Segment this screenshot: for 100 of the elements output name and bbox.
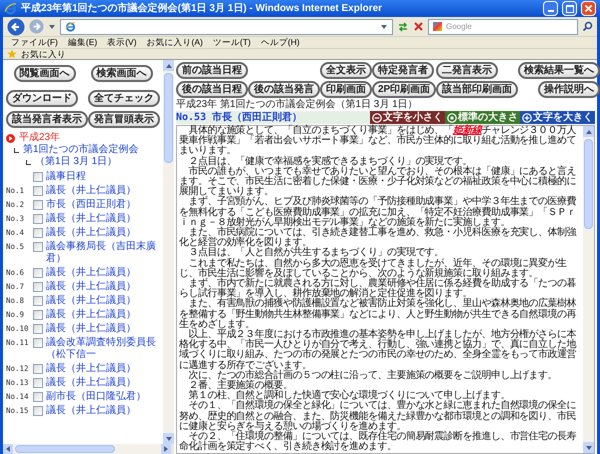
pill-button[interactable]: 全てチェック (88, 90, 160, 107)
checkbox[interactable] (33, 406, 43, 416)
checkbox[interactable] (33, 200, 43, 210)
checkbox[interactable] (33, 268, 43, 278)
font-size-button[interactable]: 文字を小さく (370, 111, 445, 124)
scroll-up-icon[interactable] (584, 128, 592, 136)
pill-button[interactable]: 全文表示 (320, 62, 372, 79)
favorites-label[interactable]: お気に入り (21, 50, 66, 58)
speech-paragraph: ２点目は、「健康で幸福感を実感できるまちづくり」の実現です。 (187, 156, 473, 167)
speaker-link[interactable]: 議事日程 (46, 171, 86, 183)
tree-item[interactable]: （第1日 3月 1日） (35, 156, 118, 168)
checkbox[interactable] (33, 338, 43, 348)
minus-circle-icon (372, 112, 382, 122)
speech-paragraph: ３点目は、「人と自然が共生するまちづくり」の実現です。 (187, 248, 445, 258)
vertical-scrollbar[interactable] (583, 126, 594, 453)
pill-button[interactable]: 検索画面へ (90, 65, 152, 82)
pill-button[interactable]: 該当発言者表示 (6, 111, 88, 128)
speaker-link[interactable]: 議長（井上仁議員） (46, 323, 136, 335)
dropdown-caret-icon[interactable] (380, 22, 388, 30)
speech-paragraph: その２、「住環境の整備」については、既存住宅の簡易耐震診断を推進し、市営住宅の長寿命化計画を策定すべく、引き続き検討を進めます。 (179, 432, 577, 452)
speech-paragraph: 具体的な施策として、「自立のまちづくり事業」をはじめ、「姫新線チャレンジ３００万人乗車作戦事業」「若者出会いサポート事業」など、市民が主体的に取り組む活動を推し進めてまいります。 (179, 126, 577, 156)
menu-item[interactable]: 編集(E) (68, 38, 98, 47)
speaker-link[interactable]: 議長（井上仁議員） (46, 363, 136, 375)
address-field[interactable] (60, 18, 393, 34)
checkbox[interactable] (33, 214, 43, 224)
minimize-icon[interactable] (543, 1, 558, 16)
speaker-link[interactable]: 議会事務局長（吉田末廣君） (46, 241, 160, 265)
speaker-link[interactable]: 議長（井上仁議員） (46, 227, 136, 239)
back-icon[interactable] (7, 18, 25, 36)
dot-circle-icon (447, 112, 457, 122)
speaker-link[interactable]: 議長（井上仁議員） (46, 377, 136, 389)
checkbox[interactable] (33, 172, 43, 182)
menu-item[interactable]: ヘルプ(H) (260, 38, 300, 47)
dropdown-caret-icon[interactable] (48, 22, 56, 30)
tree-item[interactable]: 第1回たつの市議会定例会 (23, 144, 139, 156)
play-circle-icon (6, 134, 15, 142)
menu-item[interactable]: ツール(T) (212, 38, 251, 47)
speech-paragraph: これまで私たちは、自然から多大の恩恵を受けてきましたが、近年、その環境に異変が生じ、市民生活に影響を及ぼしていることから、次のような新規施策に取り組みます。 (179, 258, 566, 279)
pill-button[interactable]: 操作説明へ (538, 81, 600, 98)
horizontal-scrollbar[interactable] (3, 444, 171, 454)
font-size-button[interactable]: 標準の大きさ (445, 111, 520, 124)
close-icon[interactable] (581, 1, 596, 16)
checkbox[interactable] (33, 378, 43, 388)
scroll-up-icon[interactable] (164, 62, 172, 70)
plus-circle-icon (522, 112, 532, 122)
speech-paragraph: その１、「自然環境の保全と緑化」については、豊かな水と緑に恵まれた自然環境の保全に努め、歴史的自然との融合、また、防災機能を備えた緑豊かな都市環境との調和を図り、市民に健康と安らぎを与える憩いの場づくりを進めます。 (179, 401, 577, 432)
search-provider-icon (433, 22, 442, 31)
pill-button[interactable]: 検索結果一覧へ (518, 62, 600, 79)
pill-button[interactable]: 閲覧画面へ (14, 65, 76, 82)
maximize-icon[interactable] (562, 1, 577, 16)
search-field[interactable]: Google (428, 18, 578, 34)
pill-button[interactable]: 二発言表示 (436, 62, 498, 79)
menu-item[interactable]: ファイル(F) (11, 38, 58, 47)
checkbox[interactable] (33, 186, 43, 196)
pill-button[interactable]: 2P印刷画面 (372, 81, 436, 98)
menu-item[interactable]: 表示(V) (107, 38, 137, 47)
speaker-link[interactable]: 議長（井上仁議員） (46, 267, 136, 279)
speaker-link[interactable]: 議長（井上仁議員） (46, 295, 136, 307)
checkbox[interactable] (33, 364, 43, 374)
pill-button[interactable]: ダウンロード (6, 90, 78, 107)
speaker-link[interactable]: 議会改革調査特別委員長（松下信一 (46, 337, 160, 361)
forward-icon[interactable] (29, 19, 44, 34)
scroll-thumb[interactable] (584, 139, 593, 229)
checkbox[interactable] (33, 242, 43, 252)
tree-branch-icon (14, 148, 19, 152)
scroll-left-icon[interactable] (4, 445, 12, 453)
pill-button[interactable]: 該当部印刷画面 (436, 81, 518, 98)
speaker-link[interactable]: 議長（井上仁議員） (46, 405, 136, 417)
speech-paragraph: 以上、平成２３年度における市政推進の基本姿勢を申し上げましたが、地方分権がさらに本格化する中、「市民一人ひとりが自分で考え、行動し、強い連携と協力」で、真に自立した地域づくりに取り組み、たつの市の発展とたつの市民の幸せのため、全身全霊をもって市政運営に邁進する所存でございます。 (179, 330, 578, 371)
scroll-thumb[interactable] (164, 73, 173, 163)
search-input[interactable]: Google (446, 20, 577, 34)
menu-item[interactable]: お気に入り(A) (146, 38, 203, 47)
speech-paragraph: まず、子宮頸がん、ヒブ及び肺炎球菌等の「予防接種助成事業」や中学３年生までの医療費を無料化する「こども医療費助成事業」の拡充に加え、「特定不妊治療費助成事業」「ＳＰｒｉｎｇ－８放射光がん早期検出モデル事業」などの施策を新たに実施します。 (179, 197, 576, 228)
font-size-button[interactable]: 文字を大きく (520, 111, 595, 124)
checkbox[interactable] (33, 310, 43, 320)
pill-button[interactable]: 印刷画面 (320, 81, 372, 98)
checkbox[interactable] (33, 282, 43, 292)
window-title: 平成23年第1回たつの市議会定例会(第1日 3月 1日) - Windows Internet Explorer (21, 1, 384, 16)
refresh-icon[interactable] (397, 20, 409, 32)
speaker-link[interactable]: 副市長（田口隆弘君） (46, 391, 146, 403)
search-icon[interactable] (582, 21, 593, 32)
pill-button[interactable]: 特定発言者 (372, 62, 434, 79)
speaker-link[interactable]: 議長（井上仁議員） (46, 185, 136, 197)
speaker-link[interactable]: 議長（井上仁議員） (46, 281, 136, 293)
checkbox[interactable] (33, 392, 43, 402)
speaker-link[interactable]: 議長（井上仁議員） (46, 309, 136, 321)
stop-icon[interactable] (413, 21, 424, 32)
scroll-down-icon[interactable] (584, 444, 592, 452)
speaker-link[interactable]: 市長（西田正則君） (46, 199, 136, 211)
pill-button[interactable]: 前の該当日程 (176, 62, 248, 79)
pill-button[interactable]: 後の該当日程 (176, 81, 248, 98)
pill-button[interactable]: 後の該当発言 (248, 81, 320, 98)
pill-button[interactable]: 発言冒頭表示 (88, 111, 160, 128)
checkbox[interactable] (33, 228, 43, 238)
speech-paragraph: また、有害鳥獣の捕獲や防護柵設置など被害防止対策を強化し、里山や森林奥地の広葉樹林を整備する「野生動物共生林整備事業」などにより、人と野生動物が共生できる自然環境の再生をめざします。 (179, 299, 578, 330)
speaker-link[interactable]: 議長（井上仁議員） (46, 213, 136, 225)
tree-item[interactable]: 平成23年 (19, 132, 60, 144)
vertical-scrollbar[interactable] (163, 60, 174, 444)
checkbox[interactable] (33, 324, 43, 334)
checkbox[interactable] (33, 296, 43, 306)
